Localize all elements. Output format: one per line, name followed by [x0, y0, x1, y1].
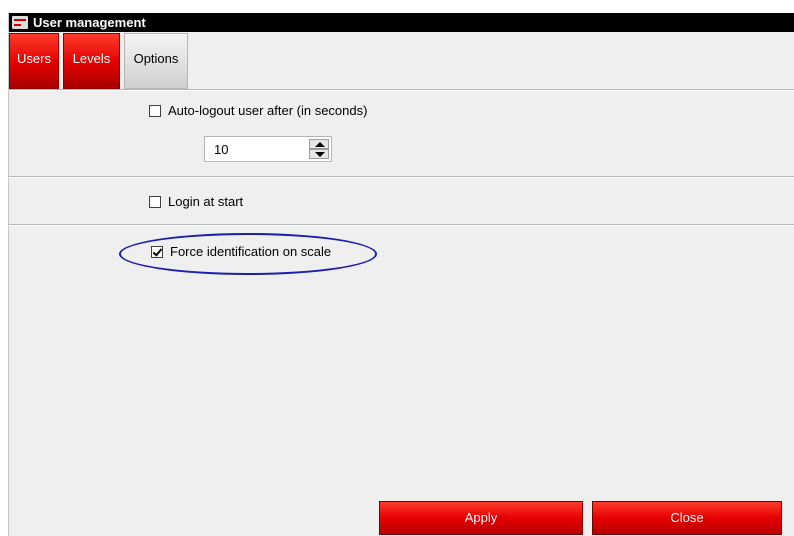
arrow-up-icon	[315, 142, 325, 147]
auto-logout-option[interactable]: Auto-logout user after (in seconds)	[149, 103, 367, 118]
auto-logout-checkbox[interactable]	[149, 104, 161, 117]
close-button[interactable]: Close	[592, 501, 782, 535]
apply-button[interactable]: Apply	[379, 501, 583, 535]
window-title: User management	[33, 15, 146, 30]
title-bar: User management	[9, 13, 794, 32]
user-management-window: User management Users Levels Options Aut…	[8, 13, 794, 536]
spinner-down-button[interactable]	[309, 149, 329, 159]
tab-levels[interactable]: Levels	[63, 33, 120, 89]
arrow-down-icon	[315, 152, 325, 157]
login-at-start-label: Login at start	[168, 194, 244, 209]
tab-users[interactable]: Users	[9, 33, 59, 89]
highlight-ellipse	[119, 233, 377, 275]
spinner-value[interactable]: 10	[214, 142, 228, 157]
auto-logout-seconds-spinner[interactable]: 10	[204, 136, 332, 162]
divider	[9, 176, 794, 178]
divider	[9, 224, 794, 226]
login-at-start-option[interactable]: Login at start	[149, 194, 243, 209]
tab-options[interactable]: Options	[124, 33, 188, 89]
auto-logout-label: Auto-logout user after (in seconds)	[168, 103, 368, 118]
app-logo-icon	[12, 16, 28, 29]
divider	[9, 89, 794, 91]
spinner-up-button[interactable]	[309, 139, 329, 149]
spinner-buttons	[309, 139, 329, 159]
login-at-start-checkbox[interactable]	[149, 195, 161, 208]
